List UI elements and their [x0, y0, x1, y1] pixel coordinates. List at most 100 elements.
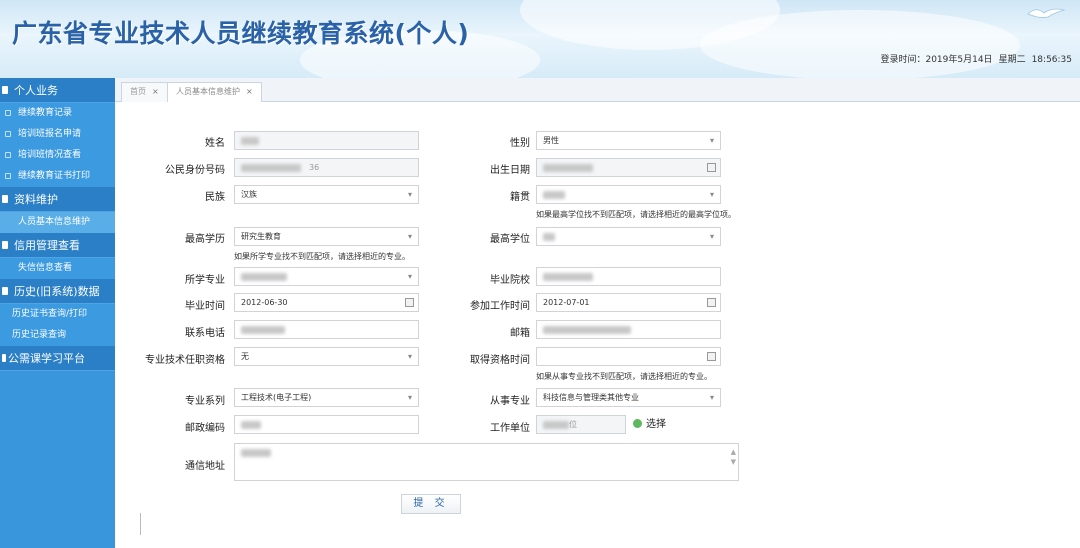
login-time: 登录时间：2019年5月14日 [880, 55, 993, 65]
ethnicity-value: 汉族 [241, 190, 257, 199]
field-value: 科技信息与管理类其他专业 [543, 393, 639, 402]
sidebar-item-label: 继续教育记录 [18, 108, 73, 118]
calendar-icon[interactable] [405, 298, 414, 307]
plus-circle-icon [633, 419, 642, 428]
edu-select[interactable]: 研究生教育 ▾ [234, 227, 419, 246]
sidebar-item-basic-info[interactable]: 人员基本信息维护 [0, 212, 115, 233]
doc-icon [5, 152, 11, 158]
qual-time-label: 取得资格时间 [470, 355, 530, 366]
field-label: 从事专业 [490, 396, 530, 407]
id-field[interactable]: 36 [234, 158, 419, 177]
work-time-label: 参加工作时间 [470, 301, 530, 312]
sidebar-item-label: 历史记录查询 [12, 330, 67, 340]
school-field[interactable] [536, 267, 721, 286]
phone-field[interactable] [234, 320, 419, 339]
sidebar-item-label: 培训班情况查看 [18, 150, 82, 160]
tab-home[interactable]: 首页 × [121, 82, 168, 102]
name-field[interactable] [234, 131, 419, 150]
pin-icon [2, 86, 8, 94]
sidebar-item-edu-records[interactable]: 继续教育记录 [0, 103, 115, 124]
field-select[interactable]: 科技信息与管理类其他专业 ▾ [536, 388, 721, 407]
phone-label: 联系电话 [185, 328, 225, 339]
employer-tail: 位 [569, 420, 577, 429]
major-hint: 如果所学专业找不到匹配项，请选择相近的专业。 [234, 252, 410, 261]
school-label: 毕业院校 [490, 275, 530, 286]
pin-icon [2, 287, 8, 295]
title-label: 专业技术任职资格 [145, 355, 225, 366]
select-label: 选择 [646, 419, 666, 430]
sidebar-item-class-status[interactable]: 培训班情况查看 [0, 145, 115, 166]
birth-date-field[interactable] [536, 158, 721, 177]
work-time-field[interactable]: 2012-07-01 [536, 293, 721, 312]
gender-value: 男性 [543, 136, 559, 145]
title-select[interactable]: 无 ▾ [234, 347, 419, 366]
sidebar-group-public-course[interactable]: 公需课学习平台 [0, 346, 115, 371]
sidebar-item-label: 失信信息查看 [18, 263, 73, 273]
sidebar-group-credit[interactable]: 信用管理查看 [0, 233, 115, 258]
qual-time-field[interactable] [536, 347, 721, 366]
chevron-down-icon: ▾ [709, 136, 714, 145]
grad-time-label: 毕业时间 [185, 301, 225, 312]
series-select[interactable]: 工程技术(电子工程) ▾ [234, 388, 419, 407]
login-clock: 18:56:35 [1031, 55, 1072, 65]
sidebar-item-cert-print[interactable]: 继续教育证书打印 [0, 166, 115, 187]
sidebar-group-data[interactable]: 资料维护 [0, 187, 115, 212]
address-textarea[interactable]: ▲ ▼ [234, 443, 739, 481]
chevron-down-icon: ▾ [407, 232, 412, 241]
chevron-down-icon: ▾ [709, 190, 714, 199]
sidebar-group-personal[interactable]: 个人业务 [0, 78, 115, 103]
grad-time-field[interactable]: 2012-06-30 [234, 293, 419, 312]
sidebar-item-dishonest-info[interactable]: 失信信息查看 [0, 258, 115, 279]
header-banner: 广东省专业技术人员继续教育系统(个人) 登录时间：2019年5月14日 星期二 18… [0, 0, 1080, 78]
sidebar-group-history[interactable]: 历史(旧系统)数据 [0, 279, 115, 304]
series-label: 专业系列 [185, 396, 225, 407]
tab-basic-info[interactable]: 人员基本信息维护 × [167, 82, 262, 102]
employer-field[interactable]: 位 [536, 415, 626, 434]
grad-time-value: 2012-06-30 [241, 298, 288, 307]
degree-hint: 如果最高学位找不到匹配项，请选择相近的最高学位项。 [536, 210, 736, 219]
edu-value: 研究生教育 [241, 232, 281, 241]
calendar-icon[interactable] [707, 163, 716, 172]
birth-label: 出生日期 [490, 165, 530, 176]
native-select[interactable]: ▾ [536, 185, 721, 204]
name-label: 姓名 [205, 138, 225, 149]
title-value: 无 [241, 352, 249, 361]
sidebar-item-label: 继续教育证书打印 [18, 171, 91, 181]
email-field[interactable] [536, 320, 721, 339]
doc-icon [5, 110, 11, 116]
sidebar: 个人业务 继续教育记录 培训班报名申请 培训班情况查看 继续教育证书打印 资料维… [0, 78, 115, 548]
scrollbar-icon[interactable]: ▲ ▼ [731, 447, 736, 467]
ethnicity-select[interactable]: 汉族 ▾ [234, 185, 419, 204]
submit-button[interactable]: 提 交 [401, 494, 461, 514]
select-employer-button[interactable]: 选择 [631, 415, 666, 434]
edu-label: 最高学历 [185, 234, 225, 245]
calendar-icon[interactable] [707, 298, 716, 307]
major-label: 所学专业 [185, 275, 225, 286]
native-label: 籍贯 [510, 192, 530, 203]
chevron-down-icon: ▾ [709, 232, 714, 241]
calendar-icon[interactable] [707, 352, 716, 361]
info-form: 姓名 性别 男性 ▾ 公民身份号码 36 出生日期 民族 汉族 ▾ 籍贯 ▾ 如果最… [115, 103, 1080, 548]
chevron-down-icon: ▾ [407, 272, 412, 281]
sidebar-group-label: 资料维护 [14, 193, 58, 206]
sidebar-item-history-cert[interactable]: 历史证书查询/打印 [0, 304, 115, 325]
gender-label: 性别 [510, 138, 530, 149]
system-title: 广东省专业技术人员继续教育系统(个人) [12, 19, 470, 48]
doc-icon [5, 173, 11, 179]
major-select[interactable]: ▾ [234, 267, 419, 286]
sidebar-item-label: 人员基本信息维护 [18, 217, 91, 227]
sidebar-item-class-signup[interactable]: 培训班报名申请 [0, 124, 115, 145]
tab-label: 人员基本信息维护 [176, 87, 240, 96]
bird-icon [1027, 8, 1066, 18]
sidebar-item-history-records[interactable]: 历史记录查询 [0, 325, 115, 346]
close-icon[interactable]: × [246, 87, 253, 96]
id-label: 公民身份号码 [165, 165, 225, 176]
degree-select[interactable]: ▾ [536, 227, 721, 246]
login-weekday: 星期二 [998, 55, 1026, 65]
gender-select[interactable]: 男性 ▾ [536, 131, 721, 150]
postcode-field[interactable] [234, 415, 419, 434]
pin-icon [2, 241, 8, 249]
sidebar-item-label: 历史证书查询/打印 [12, 309, 88, 319]
close-icon[interactable]: × [152, 87, 159, 96]
tab-label: 首页 [130, 87, 146, 96]
